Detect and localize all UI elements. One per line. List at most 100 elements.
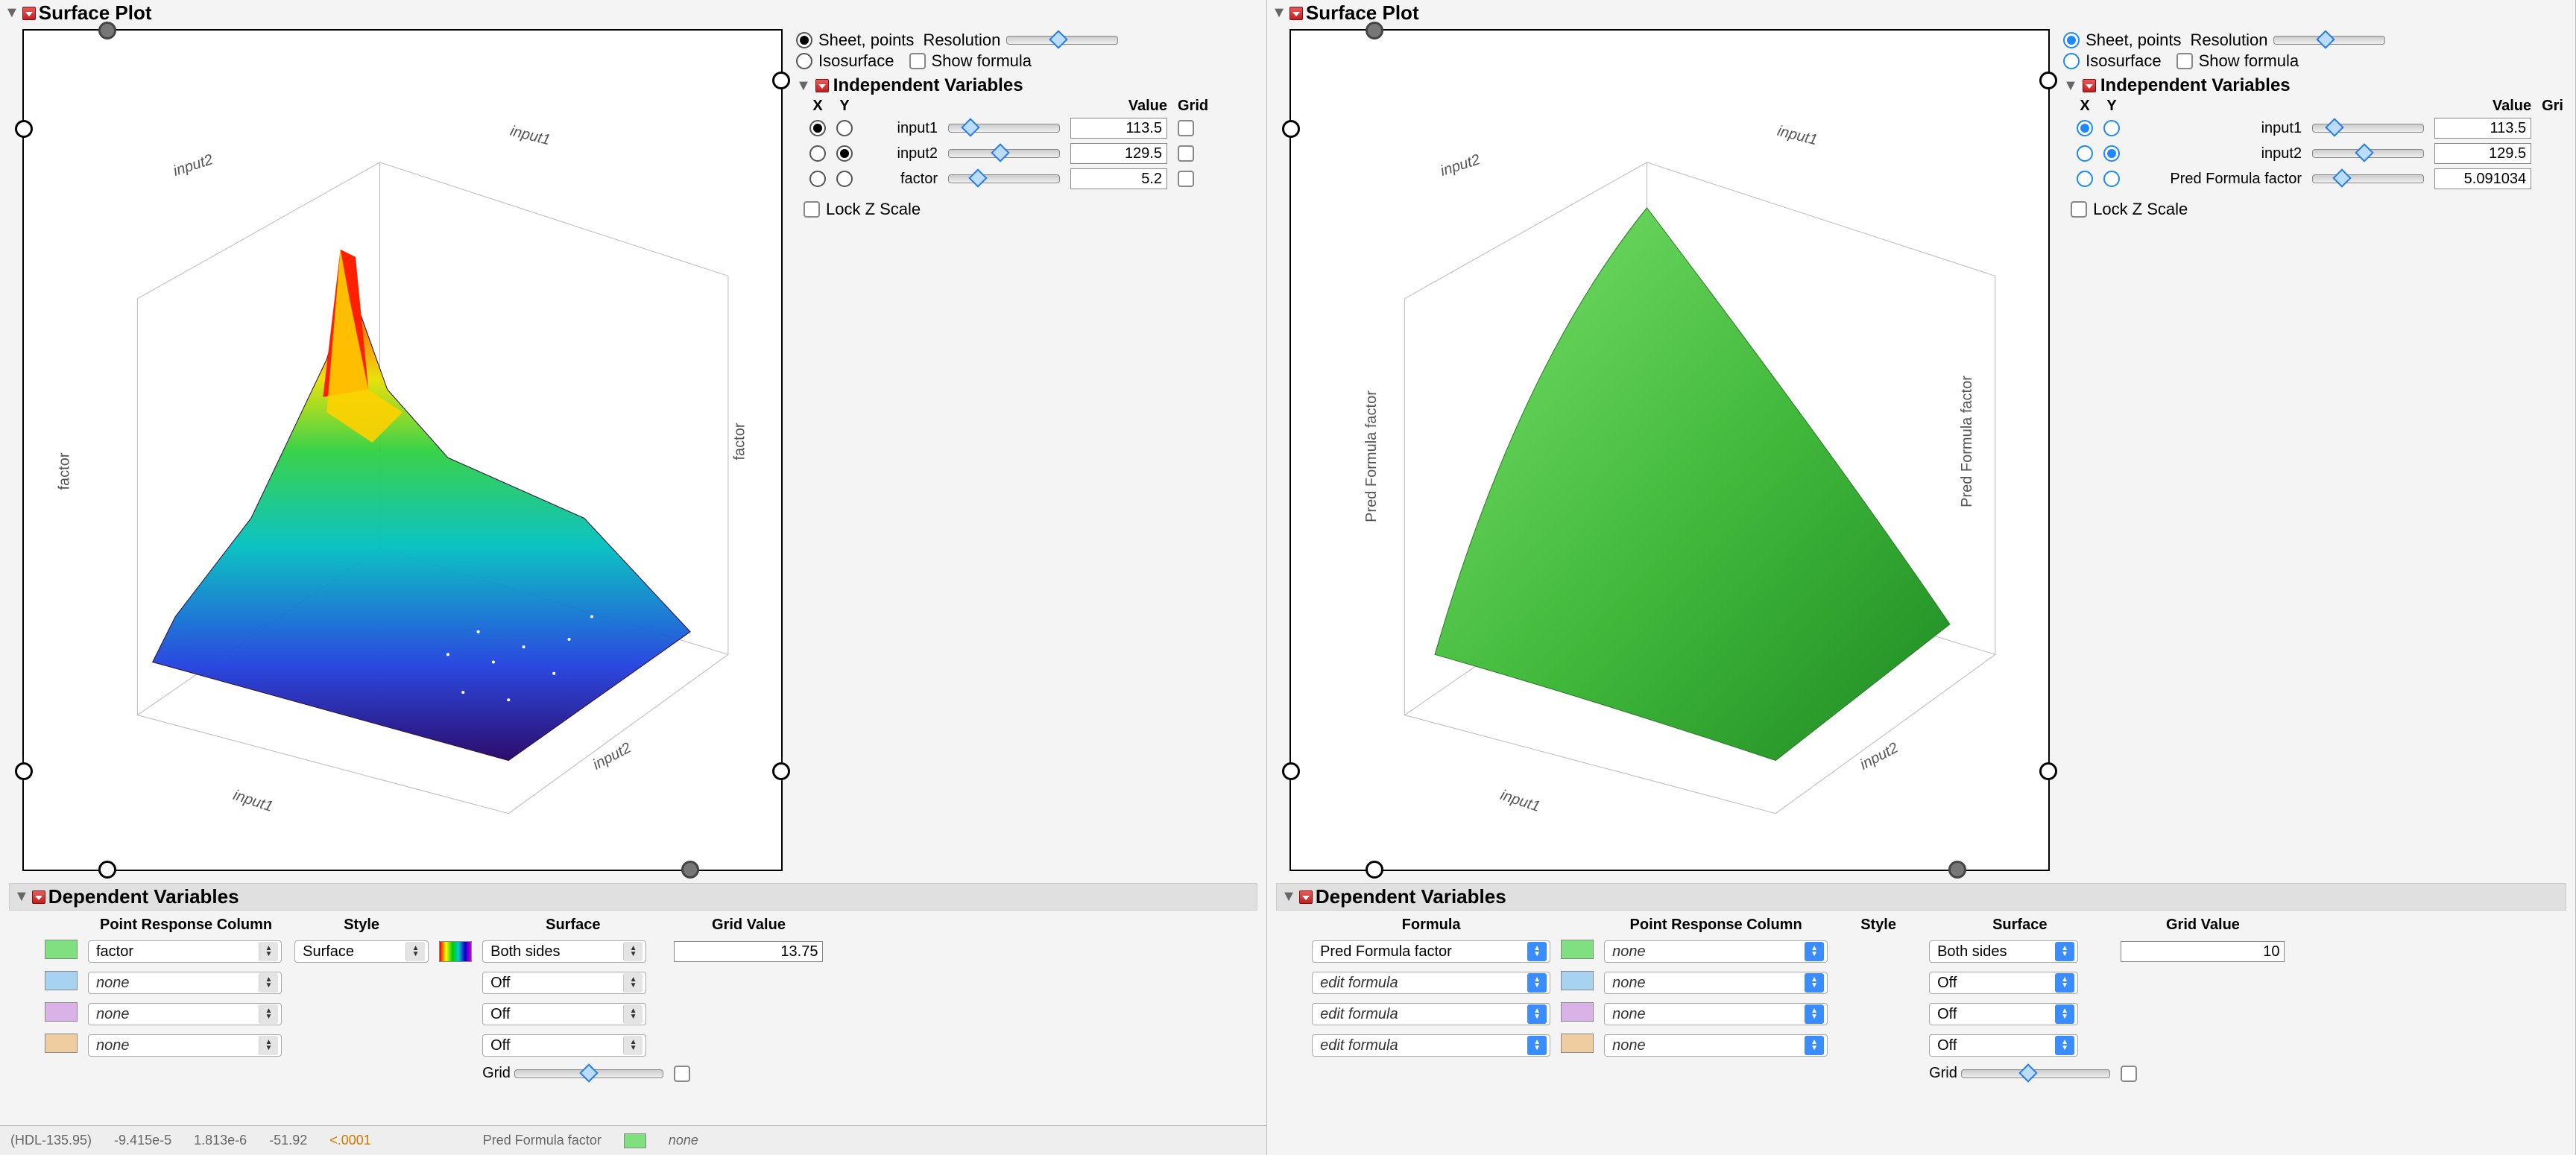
prc-select[interactable]: none▲▼ <box>88 972 282 994</box>
isosurface-radio[interactable] <box>796 53 812 69</box>
prc-select[interactable]: none▲▼ <box>88 1034 282 1057</box>
surface-select[interactable]: Off▲▼ <box>1929 1003 2078 1025</box>
dependent-vars-table: Point Response Column Style Surface Grid… <box>39 914 829 1086</box>
surface-select[interactable]: Off▲▼ <box>1929 972 2078 994</box>
var-value[interactable]: 113.5 <box>1070 118 1167 139</box>
color-swatch[interactable] <box>45 1002 78 1022</box>
var-slider[interactable] <box>948 174 1060 183</box>
status-e: <.0001 <box>329 1133 371 1148</box>
surface-select[interactable]: Off▲▼ <box>482 1034 646 1057</box>
dep-grid-slider[interactable] <box>1961 1069 2110 1078</box>
color-swatch[interactable] <box>45 971 78 990</box>
var-value[interactable]: 129.5 <box>1070 143 1167 164</box>
disclosure-icon[interactable]: ▼ <box>4 4 19 22</box>
dep-grid-slider[interactable] <box>514 1069 663 1078</box>
y-radio-input2[interactable] <box>836 145 853 162</box>
lock-z-check[interactable] <box>804 201 820 218</box>
x-radio-input2[interactable] <box>809 145 826 162</box>
hotspot-icon[interactable] <box>1299 890 1313 904</box>
color-swatch[interactable] <box>1561 971 1594 990</box>
y-radio-factor[interactable] <box>836 171 853 187</box>
isosurface-radio[interactable] <box>2063 53 2080 69</box>
var-value[interactable]: 5.091034 <box>2434 168 2531 189</box>
show-formula-check[interactable] <box>909 53 926 69</box>
color-swatch[interactable] <box>45 940 78 959</box>
col-value: Value <box>2430 98 2536 115</box>
y-radio-predf[interactable] <box>2103 171 2120 187</box>
disclosure-icon[interactable]: ▼ <box>2063 77 2078 95</box>
hotspot-icon[interactable] <box>2083 79 2096 92</box>
color-swatch[interactable] <box>1561 1002 1594 1022</box>
y-radio-input2[interactable] <box>2103 145 2120 162</box>
x-radio-input2[interactable] <box>2077 145 2093 162</box>
var-name: Pred Formula factor <box>2130 171 2302 188</box>
prc-select[interactable]: none▲▼ <box>1604 1034 1828 1057</box>
formula-select[interactable]: edit formula▲▼ <box>1312 1034 1550 1057</box>
status-a: (HDL-135.95) <box>10 1133 92 1148</box>
color-swatch[interactable] <box>1561 1034 1594 1053</box>
col-x: X <box>2072 98 2097 115</box>
prc-select[interactable]: none▲▼ <box>1604 1003 1828 1025</box>
isosurface-label: Isosurface <box>2086 51 2162 71</box>
disclosure-icon[interactable]: ▼ <box>1281 888 1296 905</box>
x-radio-predf[interactable] <box>2077 171 2093 187</box>
x-radio-input1[interactable] <box>809 120 826 136</box>
color-swatch[interactable] <box>1561 940 1594 959</box>
surface-mesh <box>1291 31 2048 870</box>
var-slider[interactable] <box>2312 124 2424 133</box>
independent-vars-table: X Y Value Grid input1 113.5 <box>804 96 1214 192</box>
surface-select[interactable]: Both sides▲▼ <box>482 940 646 963</box>
surface-select[interactable]: Off▲▼ <box>482 972 646 994</box>
grid-check[interactable] <box>1178 120 1194 136</box>
grid-value-input[interactable]: 10 <box>2121 941 2285 962</box>
y-radio-input1[interactable] <box>836 120 853 136</box>
var-slider[interactable] <box>948 124 1060 133</box>
prc-select[interactable]: none▲▼ <box>88 1003 282 1025</box>
formula-select[interactable]: Pred Formula factor▲▼ <box>1312 940 1550 963</box>
surface-plot-right[interactable]: Pred Formula factor Pred Formula factor … <box>1289 29 2050 871</box>
surface-select[interactable]: Off▲▼ <box>482 1003 646 1025</box>
disclosure-icon[interactable]: ▼ <box>796 77 811 95</box>
disclosure-icon[interactable]: ▼ <box>14 888 29 905</box>
resolution-slider[interactable] <box>1006 36 1118 45</box>
hotspot-icon[interactable] <box>32 890 45 904</box>
resolution-slider[interactable] <box>2273 36 2385 45</box>
surface-plot-left[interactable]: factor factor input1 input2 input2 input… <box>22 29 783 871</box>
y-radio-input1[interactable] <box>2103 120 2120 136</box>
var-value[interactable]: 5.2 <box>1070 168 1167 189</box>
var-slider[interactable] <box>2312 174 2424 183</box>
hdr-surface: Surface <box>1925 915 2115 935</box>
sheet-points-radio[interactable] <box>796 32 812 48</box>
hotspot-icon[interactable] <box>1289 7 1303 20</box>
dep-grid-check[interactable] <box>674 1066 690 1082</box>
prc-select[interactable]: none▲▼ <box>1604 972 1828 994</box>
x-radio-factor[interactable] <box>809 171 826 187</box>
x-radio-input1[interactable] <box>2077 120 2093 136</box>
hotspot-icon[interactable] <box>815 79 829 92</box>
var-value[interactable]: 113.5 <box>2434 118 2531 139</box>
prc-select[interactable]: factor▲▼ <box>88 940 282 963</box>
dep-grid-check[interactable] <box>2121 1066 2137 1082</box>
var-value[interactable]: 129.5 <box>2434 143 2531 164</box>
formula-select[interactable]: edit formula▲▼ <box>1312 1003 1550 1025</box>
disclosure-icon[interactable]: ▼ <box>1272 4 1287 22</box>
var-name: input1 <box>2130 120 2302 137</box>
surface-select[interactable]: Both sides▲▼ <box>1929 940 2078 963</box>
prc-select[interactable]: none▲▼ <box>1604 940 1828 963</box>
style-select[interactable]: Surface▲▼ <box>294 940 429 963</box>
surface-select[interactable]: Off▲▼ <box>1929 1034 2078 1057</box>
var-slider[interactable] <box>2312 149 2424 158</box>
sheet-points-radio[interactable] <box>2063 32 2080 48</box>
show-formula-check[interactable] <box>2176 53 2193 69</box>
formula-select[interactable]: edit formula▲▼ <box>1312 972 1550 994</box>
isosurface-label: Isosurface <box>818 51 894 71</box>
colormap-icon[interactable] <box>439 941 472 962</box>
var-slider[interactable] <box>948 149 1060 158</box>
lock-z-check[interactable] <box>2071 201 2087 218</box>
hotspot-icon[interactable] <box>22 7 36 20</box>
color-swatch[interactable] <box>45 1034 78 1053</box>
grid-check[interactable] <box>1178 171 1194 187</box>
status-d: -51.92 <box>269 1133 307 1148</box>
grid-value-input[interactable]: 13.75 <box>674 941 823 962</box>
grid-check[interactable] <box>1178 145 1194 162</box>
